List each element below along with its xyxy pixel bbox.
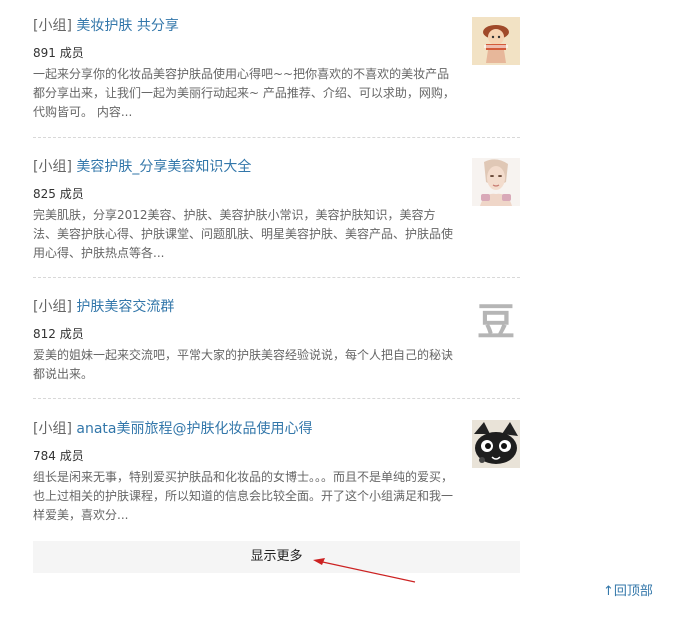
douban-logo-icon[interactable]: 豆 (472, 298, 520, 346)
group-description: 组长是闲来无事，特别爱买护肤品和化妆品的女博士。。。而且不是单纯的爱买，也上过相… (33, 470, 454, 522)
group-result-item: [小组] 美妆护肤 共分享 891 成员 一起来分享你的化妆品美容护肤品使用心得… (33, 17, 520, 122)
member-count: 891 成员 (33, 46, 84, 60)
result-tag: [小组] (33, 159, 72, 175)
group-result-item: [小组] 美容护肤_分享美容知识大全 825 成员 完美肌肤，分享2012美容、… (33, 158, 520, 263)
group-description: 完美肌肤，分享2012美容、护肤、美容护肤小常识，美容护肤知识，美容方法、美容护… (33, 208, 454, 260)
group-title-link[interactable]: anata美丽旅程@护肤化妆品使用心得 (76, 421, 312, 437)
group-title-link[interactable]: 美妆护肤 共分享 (76, 18, 178, 34)
group-result-item: [小组] 护肤美容交流群 812 成员 爱美的姐妹一起来交流吧，平常大家的护肤美… (33, 298, 520, 384)
result-tag: [小组] (33, 421, 72, 437)
group-description: 爱美的姐妹一起来交流吧，平常大家的护肤美容经验说说，每个人把自己的秘诀都说出来。 (33, 348, 454, 381)
douban-logo-glyph: 豆 (476, 300, 515, 344)
result-title-line: [小组] 护肤美容交流群 (33, 298, 456, 316)
result-tag: [小组] (33, 18, 72, 34)
group-description: 一起来分享你的化妆品美容护肤品使用心得吧~~把你喜欢的不喜欢的美妆产品都分享出来… (33, 67, 455, 119)
group-title-link[interactable]: 护肤美容交流群 (76, 299, 174, 315)
result-title-line: [小组] 美妆护肤 共分享 (33, 17, 456, 35)
result-divider (33, 137, 520, 138)
cartoon-animal-icon[interactable] (472, 420, 520, 468)
show-more-button[interactable]: 显示更多 (33, 541, 520, 573)
group-result-item: [小组] anata美丽旅程@护肤化妆品使用心得 784 成员 组长是闲来无事，… (33, 420, 520, 525)
member-count: 825 成员 (33, 187, 84, 201)
result-divider (33, 277, 520, 278)
member-count: 784 成员 (33, 449, 84, 463)
group-title-link[interactable]: 美容护肤_分享美容知识大全 (76, 159, 251, 175)
result-title-line: [小组] anata美丽旅程@护肤化妆品使用心得 (33, 420, 456, 438)
annotation-arrow-icon (313, 558, 416, 583)
result-divider (33, 398, 520, 399)
search-results-page: [小组] 美妆护肤 共分享 891 成员 一起来分享你的化妆品美容护肤品使用心得… (0, 0, 678, 624)
result-title-line: [小组] 美容护肤_分享美容知识大全 (33, 158, 456, 176)
member-count: 812 成员 (33, 327, 84, 341)
back-to-top-link[interactable]: ↑回顶部 (603, 584, 653, 600)
cartoon-girl-icon[interactable] (472, 17, 520, 65)
face-portrait-icon[interactable] (472, 158, 520, 206)
result-tag: [小组] (33, 299, 72, 315)
